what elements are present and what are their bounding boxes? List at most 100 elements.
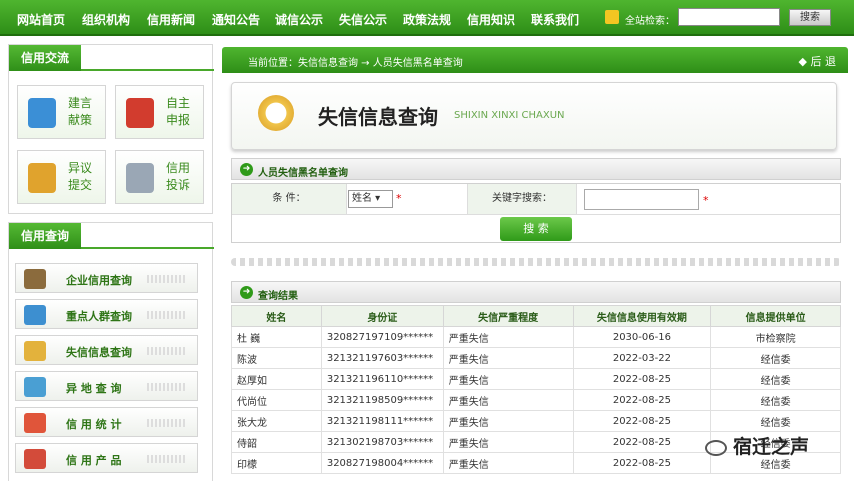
credit-query-title: 信用查询 xyxy=(9,223,82,249)
table-cell: 代尚位 xyxy=(231,389,322,411)
lightbulb-icon xyxy=(28,98,56,128)
decorative-lines xyxy=(147,347,187,355)
tile-1[interactable]: 建言献策 xyxy=(17,85,106,139)
condition-label: 条 件： xyxy=(232,184,347,214)
nav-item[interactable]: 信用新闻 xyxy=(147,11,195,28)
divider xyxy=(232,214,840,215)
table-row: 杜 巍 320827197109****** 严重失信 2030-06-16 市检察院 xyxy=(231,326,841,348)
table-cell: 321302198703****** xyxy=(320,431,444,453)
breadcrumb: 当前位置：失信信息查询 → 人员失信黑名单查询 ◆ 后 退 xyxy=(222,47,848,73)
page-header: 失信信息查询 SHIXIN XINXI CHAXUN xyxy=(231,82,837,150)
search-button[interactable]: 搜 索 xyxy=(500,217,572,241)
nav-item[interactable]: 网站首页 xyxy=(17,11,65,28)
site-search-button[interactable]: 搜索 xyxy=(789,9,831,26)
users-icon xyxy=(24,305,46,325)
query-item[interactable]: 异 地 查 询 xyxy=(15,371,198,401)
table-cell: 2022-08-25 xyxy=(572,368,712,390)
query-item[interactable]: 重点人群查询 xyxy=(15,299,198,329)
page-title: 失信信息查询 xyxy=(318,105,438,129)
arrow-circle-icon: ➜ xyxy=(240,163,253,176)
column-header: 身份证 xyxy=(320,305,444,327)
column-header: 失信严重程度 xyxy=(442,305,574,327)
nav-item[interactable]: 诚信公示 xyxy=(275,11,323,28)
table-cell: 严重失信 xyxy=(442,431,574,453)
column-header: 失信信息使用有效期 xyxy=(572,305,712,327)
map-pin-icon xyxy=(24,377,46,397)
credit-exchange-header: 信用交流 xyxy=(9,45,214,71)
tile-4[interactable]: 信用投诉 xyxy=(115,150,204,204)
nav-item[interactable]: 组织机构 xyxy=(82,11,130,28)
wechat-icon xyxy=(705,439,727,456)
decorative-lines xyxy=(147,419,187,427)
notebook-icon xyxy=(28,163,56,193)
product-icon xyxy=(24,449,46,469)
tile-2[interactable]: 自主申报 xyxy=(115,85,204,139)
query-item-label: 信 用 统 计 xyxy=(66,418,122,431)
table-cell: 321321198509****** xyxy=(320,389,444,411)
query-item-label: 重点人群查询 xyxy=(66,310,132,323)
decorative-lines xyxy=(147,311,187,319)
tile-3[interactable]: 异议提交 xyxy=(17,150,106,204)
table-cell: 2030-06-16 xyxy=(572,326,712,348)
table-cell: 320827197109****** xyxy=(320,326,444,348)
query-item-label: 信 用 产 品 xyxy=(66,454,122,467)
dotted-divider xyxy=(231,258,841,266)
query-item[interactable]: 企业信用查询 xyxy=(15,263,198,293)
decorative-lines xyxy=(147,275,187,283)
table-cell: 市检察院 xyxy=(710,326,841,348)
back-button[interactable]: ◆ 后 退 xyxy=(799,53,836,69)
top-navigation: 全站检索： 搜索 网站首页 组织机构 信用新闻 通知公告 诚信公示 失信公示 政策法规 信用知… xyxy=(0,0,854,36)
nav-item[interactable]: 信用知识 xyxy=(467,11,515,28)
table-cell: 陈波 xyxy=(231,347,322,369)
required-star: * xyxy=(703,194,709,207)
tile-label: 异议提交 xyxy=(68,161,93,192)
condition-select[interactable]: 姓名 ▾ xyxy=(348,190,393,208)
nav-item[interactable]: 通知公告 xyxy=(212,11,260,28)
open-book-icon xyxy=(24,269,46,289)
column-header: 姓名 xyxy=(231,305,322,327)
table-cell: 经信委 xyxy=(710,410,841,432)
document-pen-icon xyxy=(126,163,154,193)
table-cell: 经信委 xyxy=(710,389,841,411)
decorative-lines xyxy=(147,455,187,463)
arrow-circle-icon: ➜ xyxy=(240,286,253,299)
table-row: 陈波 321321197603****** 严重失信 2022-03-22 经信委 xyxy=(231,347,841,369)
pie-chart-icon xyxy=(24,413,46,433)
table-row: 张大龙 321321198111****** 严重失信 2022-08-25 经信委 xyxy=(231,410,841,432)
query-item-label: 失信信息查询 xyxy=(66,346,132,359)
search-form: 条 件： 姓名 ▾ * 关键字搜索： * 搜 索 xyxy=(231,183,841,243)
clock-icon xyxy=(24,341,46,361)
table-cell: 张大龙 xyxy=(231,410,322,432)
table-cell: 321321197603****** xyxy=(320,347,444,369)
table-cell: 印檬 xyxy=(231,452,322,474)
table-cell: 经信委 xyxy=(710,347,841,369)
site-search-input[interactable] xyxy=(678,8,780,26)
table-cell: 严重失信 xyxy=(442,326,574,348)
credit-exchange-panel: 信用交流 建言献策 自主申报 异议提交 信用投诉 xyxy=(8,44,214,214)
table-row: 代尚位 321321198509****** 严重失信 2022-08-25 经信委 xyxy=(231,389,841,411)
clock-icon xyxy=(258,95,294,131)
table-cell: 严重失信 xyxy=(442,368,574,390)
table-cell: 2022-08-25 xyxy=(572,389,712,411)
results-section-header: ➜ 查询结果 xyxy=(231,281,841,303)
query-section-title: 人员失信黑名单查询 xyxy=(258,168,348,179)
query-item[interactable]: 失信信息查询 xyxy=(15,335,198,365)
query-item[interactable]: 信 用 统 计 xyxy=(15,407,198,437)
nav-item[interactable]: 失信公示 xyxy=(339,11,387,28)
table-cell: 321321196110****** xyxy=(320,368,444,390)
table-cell: 严重失信 xyxy=(442,452,574,474)
watermark: 宿迁之声 xyxy=(705,432,809,459)
table-cell: 杜 巍 xyxy=(231,326,322,348)
watermark-text: 宿迁之声 xyxy=(733,436,810,458)
breadcrumb-text: 当前位置：失信信息查询 → 人员失信黑名单查询 xyxy=(248,58,463,69)
column-header: 信息提供单位 xyxy=(710,305,841,327)
table-cell: 严重失信 xyxy=(442,347,574,369)
query-item[interactable]: 信 用 产 品 xyxy=(15,443,198,473)
table-cell: 2022-08-25 xyxy=(572,431,712,453)
keyword-input[interactable] xyxy=(584,189,699,210)
credit-query-panel: 信用查询 企业信用查询重点人群查询 失信信息查询异 地 查 询信 用 统 计信 用… xyxy=(8,222,214,481)
nav-item[interactable]: 政策法规 xyxy=(403,11,451,28)
query-item-label: 异 地 查 询 xyxy=(66,382,122,395)
nav-item[interactable]: 联系我们 xyxy=(531,11,579,28)
table-row: 赵厚如 321321196110****** 严重失信 2022-08-25 经信委 xyxy=(231,368,841,390)
